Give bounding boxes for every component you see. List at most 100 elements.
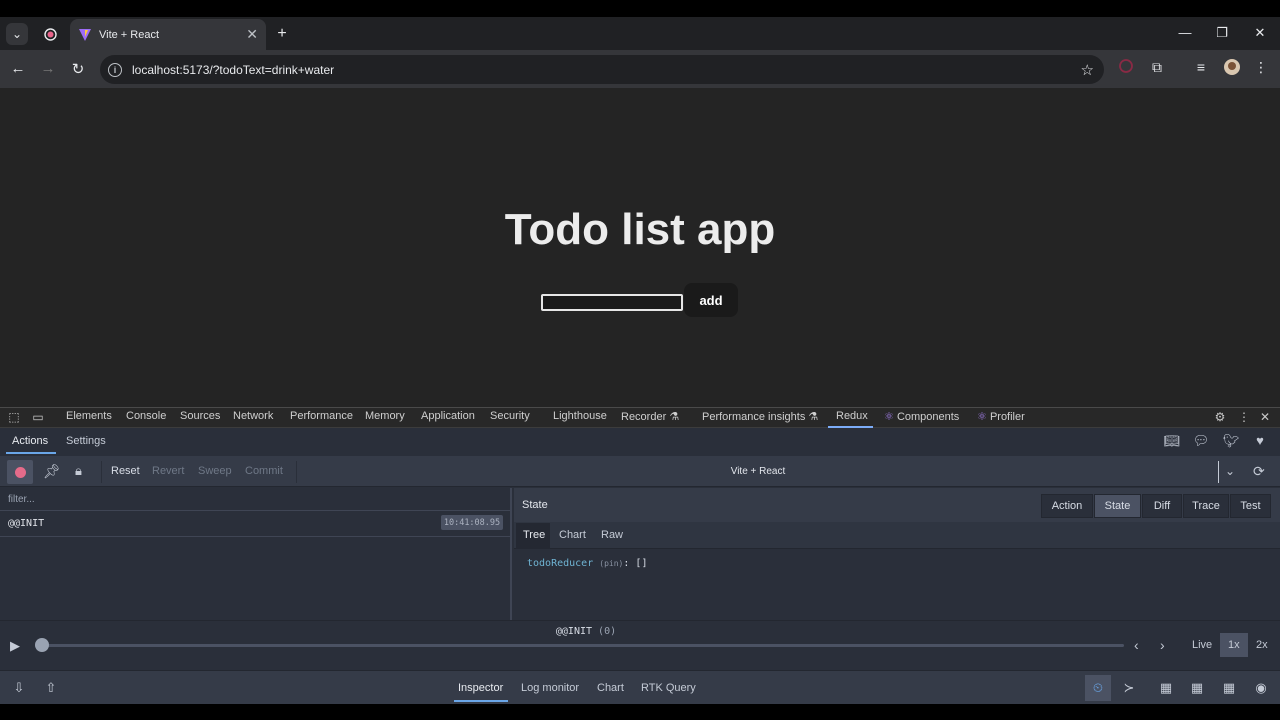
vite-favicon-icon bbox=[79, 28, 91, 41]
restore-icon[interactable]: ❐ bbox=[1212, 25, 1232, 41]
forward-arrow-icon[interactable]: → bbox=[38, 60, 58, 77]
devtools-tab-security[interactable]: Security bbox=[490, 410, 530, 422]
devtools-tab-lighthouse[interactable]: Lighthouse bbox=[553, 410, 607, 422]
record-icon[interactable] bbox=[39, 23, 61, 45]
profile-avatar[interactable] bbox=[1222, 59, 1242, 78]
twitter-icon[interactable]: 🐦︎ bbox=[1222, 433, 1240, 449]
slider-thumb[interactable] bbox=[35, 638, 49, 652]
add-button[interactable]: add bbox=[684, 283, 738, 317]
speed-2x[interactable]: 2x bbox=[1256, 639, 1268, 651]
monitor-tab-action[interactable]: Action bbox=[1041, 494, 1093, 518]
site-info-icon[interactable]: i bbox=[108, 62, 122, 77]
devtools-settings-gear-icon[interactable]: ⚙ bbox=[1212, 410, 1228, 424]
window-bottom-icon[interactable]: ▦ bbox=[1219, 680, 1239, 696]
import-tray-icon[interactable]: ⇩ bbox=[9, 680, 29, 696]
devtools-tab-recorder[interactable]: Recorder ⚗ bbox=[621, 410, 679, 423]
extensions-puzzle-icon[interactable]: ⧉ bbox=[1147, 59, 1167, 76]
docs-book-icon[interactable]: 📖︎ bbox=[1163, 433, 1181, 449]
redux-subtab-settings[interactable]: Settings bbox=[66, 435, 106, 447]
step-back-chevron-icon[interactable]: ‹ bbox=[1134, 637, 1139, 653]
browser-menu-kebab-icon[interactable]: ⋮ bbox=[1251, 59, 1271, 76]
back-arrow-icon[interactable]: ← bbox=[8, 60, 28, 77]
instance-selector[interactable]: Vite + React bbox=[300, 466, 1216, 477]
bottom-tab-inspector[interactable]: Inspector bbox=[458, 682, 503, 694]
browser-tab-active[interactable]: Vite + React ✕ bbox=[70, 19, 266, 50]
devtools-tab-components[interactable]: ⚛ Components bbox=[884, 410, 959, 423]
address-url[interactable]: localhost:5173/?todoText=drink+water bbox=[132, 63, 1081, 77]
feedback-chat-icon[interactable]: 💬︎ bbox=[1192, 433, 1210, 449]
devtools-tab-network[interactable]: Network bbox=[233, 410, 273, 422]
flask-icon: ⚗ bbox=[669, 411, 680, 423]
monitor-tab-trace[interactable]: Trace bbox=[1183, 494, 1229, 518]
toolbar-separator bbox=[296, 461, 297, 483]
bottom-tab-log-monitor[interactable]: Log monitor bbox=[521, 682, 579, 694]
tab-close-icon[interactable]: ✕ bbox=[246, 26, 258, 43]
devtools-tab-sources[interactable]: Sources bbox=[180, 410, 220, 422]
minimize-icon[interactable]: — bbox=[1175, 25, 1195, 40]
record-toggle-button[interactable] bbox=[7, 460, 33, 484]
window-close-icon[interactable]: ✕ bbox=[1250, 25, 1270, 41]
state-pin[interactable]: (pin) bbox=[599, 559, 623, 568]
monitor-tab-diff[interactable]: Diff bbox=[1142, 494, 1182, 518]
slider-track[interactable] bbox=[42, 644, 1124, 647]
devtools-menu-kebab-icon[interactable]: ⋮ bbox=[1236, 410, 1252, 424]
new-tab-plus-icon[interactable]: + bbox=[271, 23, 293, 45]
pin-icon[interactable]: 📌︎ bbox=[43, 463, 61, 480]
reload-icon[interactable]: ↻ bbox=[68, 60, 88, 78]
bottom-tab-chart[interactable]: Chart bbox=[597, 682, 624, 694]
persist-timer-icon[interactable]: ⏲ bbox=[1088, 680, 1108, 696]
view-tab-tree[interactable]: Tree bbox=[523, 529, 545, 541]
commit-button[interactable]: Commit bbox=[245, 465, 283, 477]
filter-input[interactable]: filter... bbox=[8, 494, 35, 505]
sync-icon[interactable]: ⟳ bbox=[1253, 463, 1265, 480]
redux-subtab-actions[interactable]: Actions bbox=[12, 435, 48, 447]
slider-action-name: @@INIT bbox=[555, 626, 593, 637]
instance-chevron-down-icon[interactable]: ⌄ bbox=[1225, 464, 1235, 478]
devtools-close-icon[interactable]: ✕ bbox=[1257, 410, 1273, 424]
devtools-tab-performance[interactable]: Performance bbox=[290, 410, 353, 422]
inspect-element-icon[interactable]: ⬚ bbox=[6, 410, 22, 424]
state-tree-node[interactable]: todoReducer (pin): [] bbox=[527, 558, 647, 569]
bottom-tab-rtk-query[interactable]: RTK Query bbox=[641, 682, 696, 694]
devtools-tab-application[interactable]: Application bbox=[421, 410, 475, 422]
monitor-tab-state[interactable]: State bbox=[1094, 494, 1141, 518]
step-forward-chevron-icon[interactable]: › bbox=[1160, 637, 1165, 653]
window-right-icon[interactable]: ▦ bbox=[1187, 680, 1207, 696]
lock-icon[interactable]: 🔒︎ bbox=[75, 463, 82, 479]
speed-1x[interactable]: 1x bbox=[1228, 639, 1240, 651]
tab-search-chevron-icon[interactable]: ⌄ bbox=[6, 23, 28, 45]
state-view-tabs bbox=[514, 522, 1280, 549]
window-left-icon[interactable]: ▦ bbox=[1156, 680, 1176, 696]
speed-live[interactable]: Live bbox=[1192, 639, 1212, 651]
bookmark-star-icon[interactable]: ☆ bbox=[1081, 61, 1094, 79]
monitor-tab-test[interactable]: Test bbox=[1230, 494, 1271, 518]
devtools-tab-redux[interactable]: Redux bbox=[836, 410, 868, 422]
export-tray-icon[interactable]: ⇧ bbox=[41, 680, 61, 696]
view-tab-chart[interactable]: Chart bbox=[559, 529, 586, 541]
devtools-tab-elements[interactable]: Elements bbox=[66, 410, 112, 422]
extension-record-icon[interactable] bbox=[1116, 59, 1136, 76]
dispatcher-terminal-icon[interactable]: ≻ bbox=[1119, 680, 1139, 696]
devtools-tab-performance-insights[interactable]: Performance insights ⚗ bbox=[702, 410, 818, 423]
window-top-strip bbox=[0, 0, 1280, 17]
window-bottom-strip bbox=[0, 704, 1280, 720]
reset-button[interactable]: Reset bbox=[111, 465, 140, 477]
tab-title: Vite + React bbox=[99, 28, 160, 41]
view-tab-raw[interactable]: Raw bbox=[601, 529, 623, 541]
slider-action-count: (0) bbox=[598, 626, 617, 637]
devtools-tab-memory[interactable]: Memory bbox=[365, 410, 405, 422]
revert-button[interactable]: Revert bbox=[152, 465, 184, 477]
devtools-tab-console[interactable]: Console bbox=[126, 410, 166, 422]
address-bar[interactable]: i localhost:5173/?todoText=drink+water ☆ bbox=[100, 55, 1104, 84]
performance-insights-label: Performance insights bbox=[702, 411, 806, 423]
device-toolbar-icon[interactable]: ▭ bbox=[30, 410, 46, 424]
bottom-tab-indicator bbox=[454, 700, 508, 702]
media-queue-icon[interactable]: ≡ bbox=[1191, 59, 1211, 75]
heart-icon[interactable]: ♥ bbox=[1251, 433, 1269, 448]
devtools-tab-profiler[interactable]: ⚛ Profiler bbox=[977, 410, 1025, 423]
todo-input[interactable] bbox=[541, 294, 683, 311]
action-list-item[interactable] bbox=[0, 511, 512, 537]
remote-broadcast-icon[interactable]: ◉ bbox=[1251, 680, 1271, 696]
play-icon[interactable]: ▶ bbox=[10, 638, 20, 654]
sweep-button[interactable]: Sweep bbox=[198, 465, 232, 477]
